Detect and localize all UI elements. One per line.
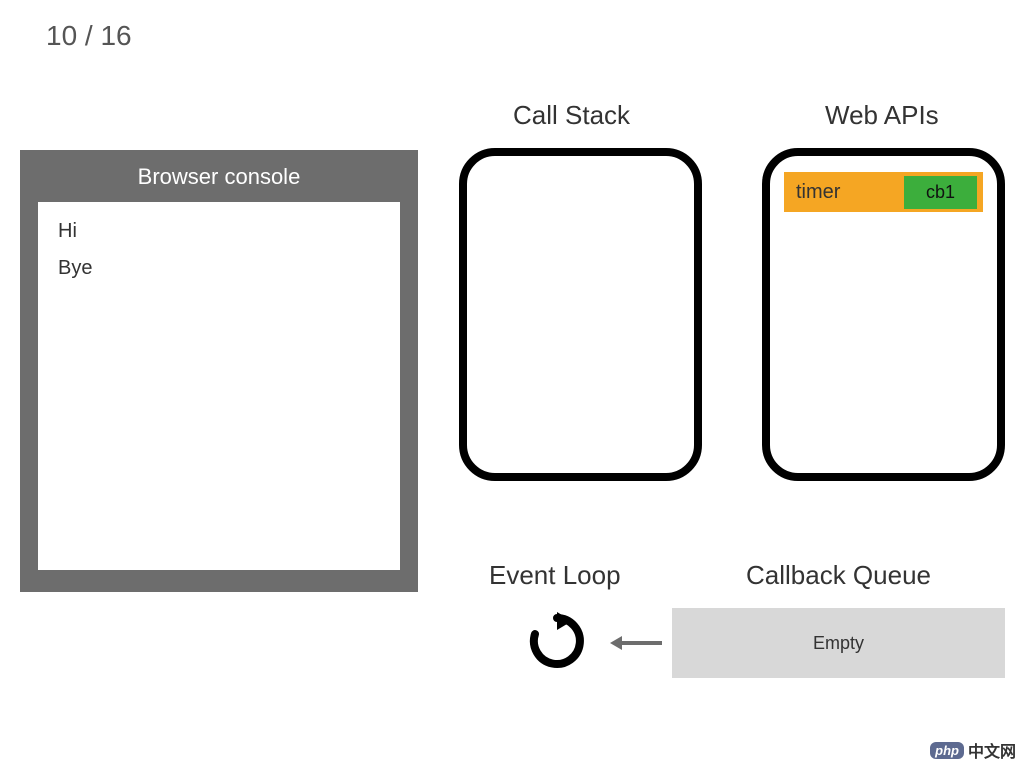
callback-queue-status: Empty (813, 633, 864, 654)
callback-queue-heading: Callback Queue (746, 560, 931, 591)
web-apis-box: timer cb1 (762, 148, 1005, 481)
arrow-left-icon (610, 636, 662, 650)
console-line: Bye (58, 257, 380, 280)
event-loop-heading: Event Loop (489, 560, 621, 591)
browser-console-panel: Browser console Hi Bye (20, 150, 418, 592)
web-apis-heading: Web APIs (825, 100, 939, 131)
event-loop-icon (528, 612, 586, 670)
browser-console-title: Browser console (20, 150, 418, 202)
timer-label: timer (796, 181, 904, 204)
watermark-text: 中文网 (968, 738, 1016, 762)
callback-queue-box: Empty (672, 608, 1005, 678)
call-stack-heading: Call Stack (513, 100, 630, 131)
call-stack-box (459, 148, 702, 481)
timer-entry: timer cb1 (784, 172, 983, 212)
browser-console-body: Hi Bye (38, 202, 400, 570)
console-line: Hi (58, 220, 380, 243)
php-badge: php (930, 742, 964, 759)
slide-counter: 10 / 16 (46, 20, 132, 52)
callback-chip: cb1 (904, 176, 977, 209)
watermark: php 中文网 (930, 738, 1016, 762)
